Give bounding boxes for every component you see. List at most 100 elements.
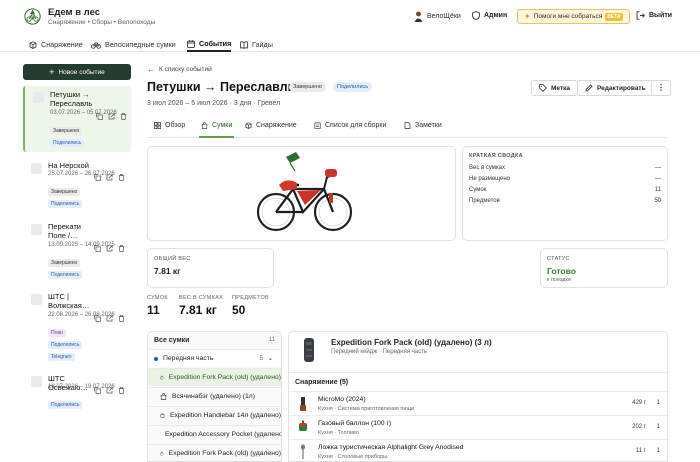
total-weight-label: ОБЩИЙ ВЕС	[154, 256, 191, 262]
summary-row-label: Не размещено	[469, 176, 511, 182]
admin-link[interactable]: Админ	[472, 11, 507, 20]
brand-title[interactable]: Едем в лес	[48, 7, 100, 18]
bag-detail-panel: Expedition Fork Pack (old) (удалено) (3 …	[288, 331, 668, 462]
logout-label: Выйти	[649, 12, 673, 19]
bag-list-item[interactable]: Всячинабэг (удалено) (1л)	[148, 387, 281, 405]
bike-icon	[91, 42, 101, 49]
nav-bike-bags[interactable]: Велосипедные сумки	[91, 37, 176, 52]
box-icon	[245, 122, 252, 129]
bag-item-label: Expedition Handlebar 14л (удалено)	[169, 412, 281, 419]
copy-icon[interactable]	[94, 174, 101, 181]
brand-subtitle: Снаряжение • Сборы • Велопоходы	[48, 19, 156, 26]
summary-row-value: —	[655, 165, 661, 171]
box-icon	[29, 40, 37, 49]
gear-row[interactable]: Газовый баллон (100 г) Кухня · Топливо 2…	[289, 415, 667, 439]
event-card[interactable]: ШТС | Волжская… 22.08.2026 – 26.08.2026 Пл…	[23, 288, 131, 364]
bag-list-item[interactable]: Expedition Fork Pack (old) (удалено)	[148, 368, 281, 386]
event-card-tag: Поделились	[48, 341, 83, 349]
event-card-tag: План	[48, 329, 67, 337]
gear-weight: 202 г	[632, 424, 646, 430]
gear-category: Кухня · Столовые приборы	[318, 454, 388, 460]
edit-button[interactable]: Редактировать	[577, 80, 654, 96]
gear-name: Ложка туристическая Alphalight Grey Anod…	[318, 444, 464, 451]
event-card[interactable]: Петушки → Переславль 03.07.2026 – 05.07.2…	[23, 86, 131, 152]
new-event-button[interactable]: + Новое событие	[23, 64, 131, 80]
share-icon[interactable]	[106, 245, 113, 252]
tab-bags[interactable]: Сумки	[199, 122, 235, 138]
tab-overview[interactable]: Обзор	[154, 122, 185, 138]
event-card[interactable]: Перекати Поле /… 13.09.2025 – 14.09.2025 З…	[23, 218, 131, 280]
bag-icon	[160, 413, 165, 418]
share-icon[interactable]	[108, 113, 115, 120]
user-name: ВелоЩёки	[427, 13, 461, 20]
logout-button[interactable]: Выйти	[636, 11, 672, 20]
summary-row-value: 11	[654, 187, 661, 193]
share-icon[interactable]	[106, 387, 113, 394]
user-avatar-icon	[414, 11, 423, 22]
stat-value: 50	[232, 303, 246, 317]
status-card: СТАТУС Готово к поездке	[540, 248, 668, 288]
summary-card: КРАТКАЯ СВОДКА Вес в сумках — Не размещен…	[462, 146, 668, 241]
copy-icon[interactable]	[96, 113, 103, 120]
gear-header: Снаряжение (5)	[295, 379, 349, 386]
bag-list-count: 11	[268, 337, 275, 343]
more-menu-button[interactable]: ⋮	[651, 80, 671, 96]
note-icon	[404, 122, 411, 129]
help-me-pack-button[interactable]: ✦ Помоги мне собраться BETA	[517, 9, 630, 24]
tab-gear[interactable]: Снаряжение	[245, 122, 297, 138]
trash-icon[interactable]	[118, 315, 125, 322]
stat-value: 7.81 кг	[179, 303, 217, 317]
nav-guides[interactable]: Гайды	[240, 37, 273, 52]
back-label: К списку событий	[159, 66, 212, 73]
tab-packing-list[interactable]: Список для сборки	[314, 122, 386, 138]
stat-label: ПРЕДМЕТОВ	[232, 295, 270, 301]
bag-list-item[interactable]: Expedition Handlebar 14л (удалено)	[148, 406, 281, 424]
gear-qty: 1	[656, 400, 660, 406]
copy-icon[interactable]	[94, 387, 101, 394]
summary-row-label: Вес в сумках	[469, 165, 506, 171]
nav-label: События	[199, 39, 232, 48]
shield-icon	[472, 11, 480, 20]
trash-icon[interactable]	[118, 174, 125, 181]
gear-weight: 429 г	[632, 400, 646, 406]
event-card-title: Перекати Поле /…	[48, 222, 81, 240]
nav-gear[interactable]: Снаряжение	[29, 37, 83, 52]
fork-pack-icon	[304, 338, 314, 362]
event-card[interactable]: На Нерской 25.07.2026 – 26.07.2026 Заверше…	[23, 157, 131, 213]
user-menu[interactable]: ВелоЩёки	[414, 11, 461, 22]
summary-row: Сумок 11	[469, 187, 661, 193]
share-icon[interactable]	[106, 315, 113, 322]
gear-name: MicroMo (2024)	[318, 396, 366, 403]
bike-logo-icon[interactable]	[24, 8, 41, 25]
back-to-events-link[interactable]: ← К списку событий	[147, 65, 212, 74]
gear-row[interactable]: MicroMo (2024) Кухня · Система приготовл…	[289, 391, 667, 415]
bag-icon	[201, 122, 208, 129]
copy-icon[interactable]	[94, 245, 101, 252]
bag-list-item[interactable]: Expedition Accessory Pocket (удалено)	[148, 425, 281, 443]
summary-row-label: Сумок	[469, 187, 487, 193]
trash-icon[interactable]	[118, 387, 125, 394]
trash-icon[interactable]	[120, 113, 127, 120]
bag-group-front[interactable]: Передняя часть 5 ⌄	[148, 349, 281, 367]
calendar-icon	[187, 39, 195, 48]
gear-row[interactable]: Ложка туристическая Alphalight Grey Anod…	[289, 439, 667, 461]
tab-notes[interactable]: Заметки	[404, 122, 442, 138]
copy-icon[interactable]	[94, 315, 101, 322]
gas-canister-icon	[299, 420, 307, 431]
event-card-tag: Поделились	[48, 401, 83, 409]
grid-icon	[154, 122, 161, 129]
nav-label: Снаряжение	[41, 40, 83, 49]
tag-button[interactable]: Метка	[531, 80, 578, 96]
share-icon[interactable]	[106, 174, 113, 181]
bag-list-item[interactable]: Expedition Fork Pack (old) (удалено)	[148, 444, 281, 461]
help-label: Помоги мне собраться	[533, 13, 603, 20]
shared-badge: Поделились	[333, 82, 373, 92]
status-value: Готово	[547, 266, 576, 276]
admin-label: Админ	[484, 12, 508, 19]
group-count: 5	[259, 355, 263, 362]
gear-qty: 1	[656, 424, 660, 430]
nav-events[interactable]: События	[187, 37, 232, 52]
trash-icon[interactable]	[118, 245, 125, 252]
tab-label: Снаряжение	[256, 122, 297, 129]
event-card[interactable]: ШТС Освежаю… 18.07.2026 – 19.07.2026 Подел…	[23, 370, 131, 432]
